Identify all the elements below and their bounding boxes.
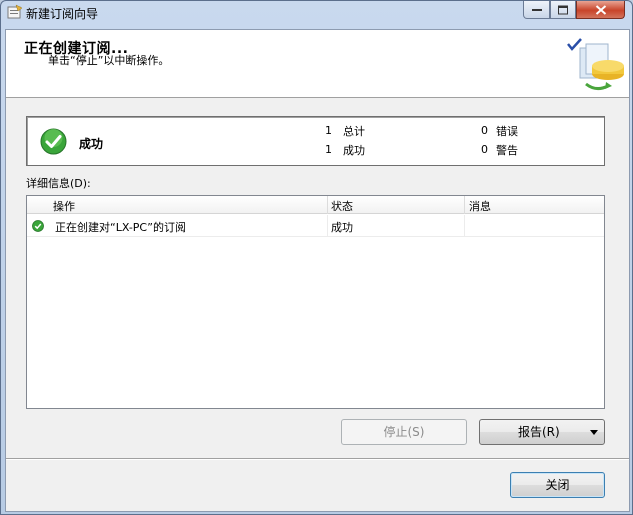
- success-label: 成功: [343, 144, 365, 157]
- status-result: 成功: [79, 137, 104, 151]
- column-header-message[interactable]: 消息: [469, 198, 491, 214]
- column-header-status[interactable]: 状态: [331, 198, 353, 214]
- wizard-app-icon: [7, 4, 23, 20]
- maximize-icon: [558, 5, 568, 14]
- success-icon: [40, 128, 67, 155]
- details-list[interactable]: 操作 状态 消息 正在创建对“LX-PC”的订阅 成功: [26, 195, 605, 409]
- total-count: 1: [325, 124, 332, 137]
- stop-button[interactable]: 停止(S): [341, 419, 467, 445]
- report-button[interactable]: 报告(R): [479, 419, 605, 445]
- close-icon: [595, 4, 606, 15]
- row-action: 正在创建对“LX-PC”的订阅: [55, 221, 187, 234]
- wizard-header: 正在创建订阅... 单击“停止”以中断操作。: [6, 30, 629, 98]
- success-count: 1: [325, 143, 332, 156]
- warning-count: 0: [481, 143, 488, 156]
- window-title: 新建订阅向导: [26, 7, 99, 21]
- details-label: 详细信息(D):: [26, 177, 91, 190]
- report-button-label: 报告(R): [518, 425, 560, 439]
- page-subtitle: 单击“停止”以中断操作。: [48, 54, 170, 67]
- status-summary: 成功 1 总计 1 成功 0 错误 0 警告: [26, 116, 605, 166]
- column-divider[interactable]: [464, 196, 465, 214]
- subscription-wizard-icon: [556, 34, 626, 96]
- success-icon: [32, 220, 44, 232]
- maximize-button[interactable]: [550, 1, 576, 19]
- details-list-header: 操作 状态 消息: [27, 196, 604, 214]
- footer-divider: [6, 458, 629, 460]
- wizard-content: 正在创建订阅... 单击“停止”以中断操作。 成功 1 总计 1 成功 0 错误…: [5, 29, 630, 512]
- close-window-button[interactable]: [576, 1, 625, 19]
- column-header-action[interactable]: 操作: [53, 198, 75, 214]
- wizard-window: 新建订阅向导 正在创建订阅... 单击“停止”以中断操作。 成功 1 总计 1 …: [0, 0, 633, 515]
- dropdown-arrow-icon[interactable]: [590, 430, 598, 435]
- error-count: 0: [481, 124, 488, 137]
- row-status: 成功: [331, 221, 353, 234]
- cell-divider: [464, 215, 465, 237]
- warning-label: 警告: [496, 144, 518, 157]
- close-button[interactable]: 关闭: [510, 472, 605, 498]
- error-label: 错误: [496, 125, 518, 138]
- title-bar[interactable]: 新建订阅向导: [1, 1, 632, 23]
- minimize-icon: [531, 8, 542, 11]
- column-divider[interactable]: [327, 196, 328, 214]
- cell-divider: [327, 215, 328, 237]
- list-item[interactable]: 正在创建对“LX-PC”的订阅 成功: [27, 215, 604, 237]
- minimize-button[interactable]: [523, 1, 550, 19]
- total-label: 总计: [343, 125, 365, 138]
